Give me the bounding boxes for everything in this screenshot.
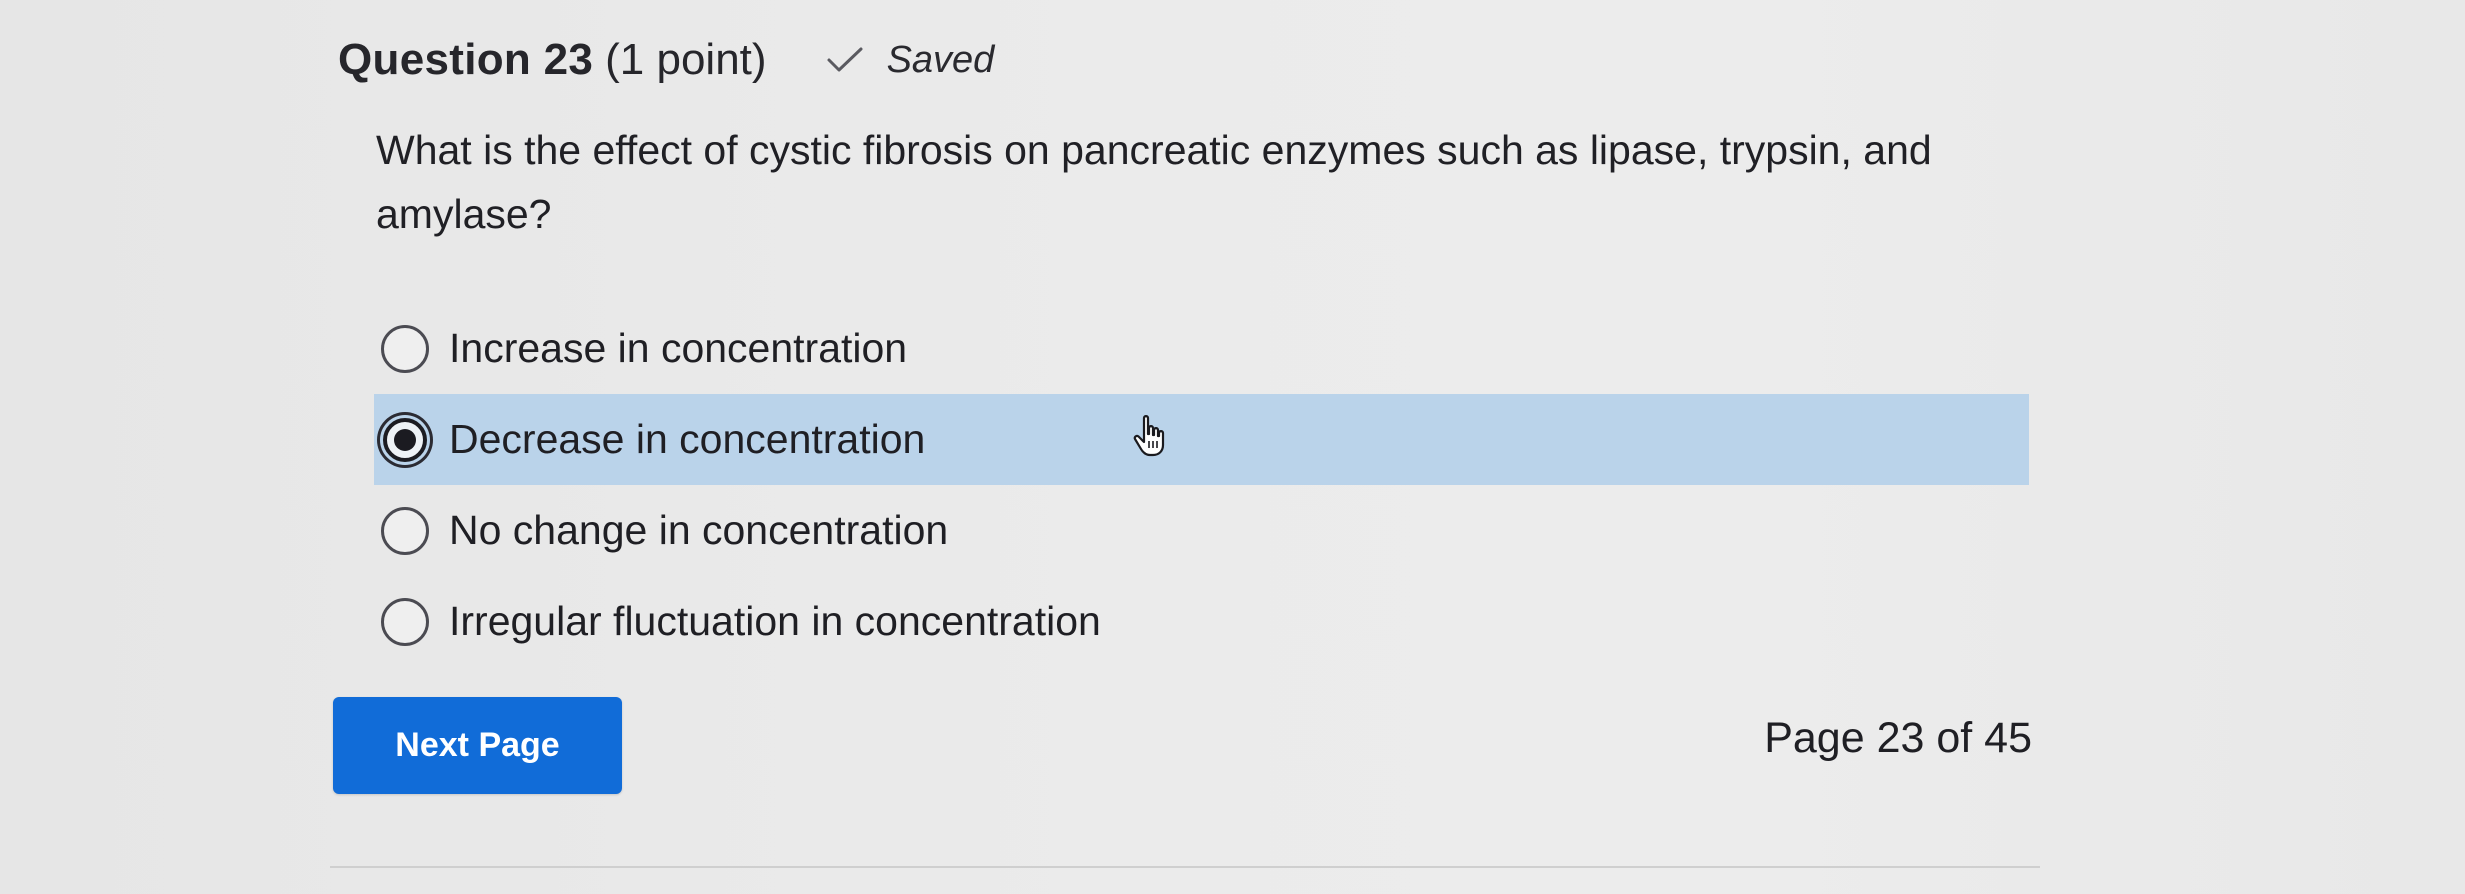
option-label: Increase in concentration [449,325,908,371]
check-icon [827,47,863,72]
question-title: Question 23 [338,35,594,84]
option-label: Decrease in concentration [449,416,926,462]
question-text: What is the effect of cystic fibrosis on… [376,127,1932,237]
option-label: No change in concentration [449,507,949,553]
page-indicator: Page 23 of 45 [1764,714,2032,762]
saved-status: Saved [825,38,995,82]
radio-button[interactable] [381,324,429,373]
radio-button-selected[interactable] [383,417,427,462]
radio-selected-dot [394,428,416,451]
question-header: Question 23 (1 point) Saved [338,30,994,90]
radio-button[interactable] [381,506,429,555]
option-decrease[interactable]: Decrease in concentration [374,394,2029,485]
divider [330,866,2040,868]
option-increase[interactable]: Increase in concentration [374,303,2029,394]
hand-pointer-cursor-icon [1133,415,1165,457]
option-irregular[interactable]: Irregular fluctuation in concentration [374,576,2029,667]
option-label: Irregular fluctuation in concentration [449,598,1101,644]
answer-options: Increase in concentration Decrease in co… [374,303,2029,667]
radio-button[interactable] [381,597,429,646]
option-no-change[interactable]: No change in concentration [374,485,2029,576]
saved-label: Saved [886,38,995,81]
question-points: (1 point) [605,35,767,84]
next-page-button[interactable]: Next Page [333,697,622,794]
